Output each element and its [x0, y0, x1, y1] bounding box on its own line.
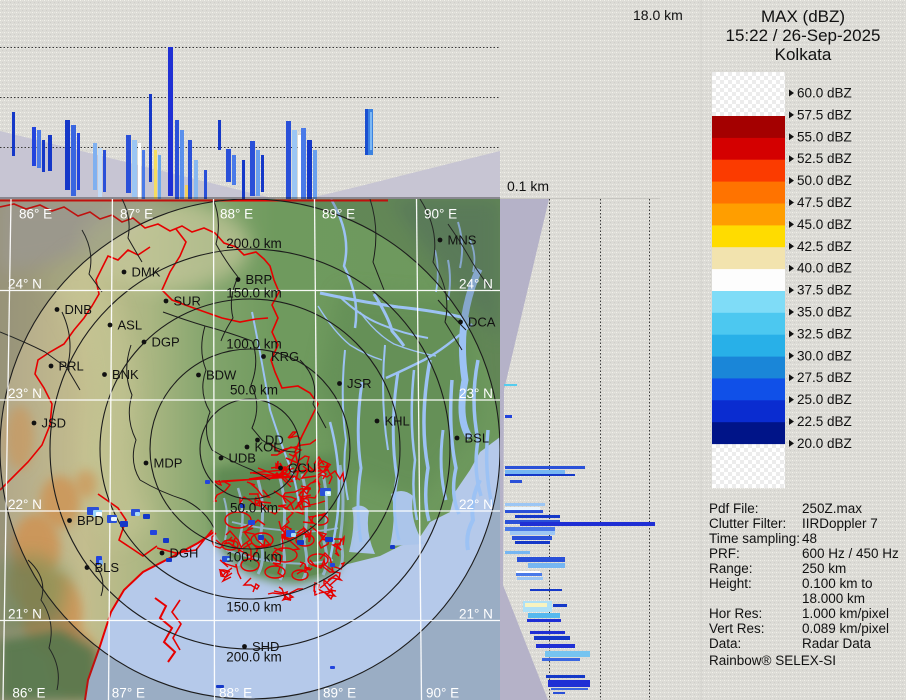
svg-text:50.0 km: 50.0 km [230, 383, 278, 398]
svg-text:Clutter Filter:: Clutter Filter: [709, 516, 786, 531]
svg-text:88° E: 88° E [219, 686, 252, 700]
svg-text:1.000 km/pixel: 1.000 km/pixel [802, 606, 889, 621]
svg-text:BSL: BSL [465, 431, 490, 446]
svg-text:PRL: PRL [59, 359, 84, 374]
svg-text:DNB: DNB [65, 302, 92, 317]
svg-text:88° E: 88° E [220, 207, 253, 222]
svg-text:21° N: 21° N [8, 607, 42, 622]
svg-text:600 Hz / 450 Hz: 600 Hz / 450 Hz [802, 546, 899, 561]
svg-text:45.0 dBZ: 45.0 dBZ [797, 217, 852, 232]
svg-text:22.5 dBZ: 22.5 dBZ [797, 414, 852, 429]
svg-text:40.0 dBZ: 40.0 dBZ [797, 261, 852, 276]
svg-text:MNS: MNS [448, 233, 477, 248]
svg-text:DGH: DGH [170, 546, 199, 561]
svg-text:DMK: DMK [132, 265, 161, 280]
svg-text:BPD: BPD [77, 513, 104, 528]
svg-text:150.0 km: 150.0 km [226, 286, 282, 301]
svg-text:Rainbow® SELEX-SI: Rainbow® SELEX-SI [709, 653, 836, 668]
svg-text:ASL: ASL [118, 318, 143, 333]
svg-text:32.5 dBZ: 32.5 dBZ [797, 326, 852, 341]
svg-text:18.0 km: 18.0 km [633, 7, 683, 23]
svg-text:50.0 km: 50.0 km [230, 501, 278, 516]
svg-text:UDB: UDB [229, 451, 256, 466]
svg-text:23° N: 23° N [459, 386, 493, 401]
svg-text:MAX (dBZ): MAX (dBZ) [761, 7, 845, 26]
svg-text:27.5 dBZ: 27.5 dBZ [797, 370, 852, 385]
svg-text:87° E: 87° E [120, 207, 153, 222]
svg-text:86° E: 86° E [19, 207, 52, 222]
svg-text:MDP: MDP [154, 456, 183, 471]
svg-text:Pdf File:: Pdf File: [709, 501, 759, 516]
svg-text:Data:: Data: [709, 636, 741, 651]
svg-text:0.1 km: 0.1 km [507, 178, 549, 194]
svg-text:25.0 dBZ: 25.0 dBZ [797, 392, 852, 407]
svg-text:22° N: 22° N [8, 497, 42, 512]
svg-text:30.0 dBZ: 30.0 dBZ [797, 348, 852, 363]
svg-text:Height:: Height: [709, 576, 752, 591]
svg-text:23° N: 23° N [8, 386, 42, 401]
svg-text:89° E: 89° E [323, 686, 356, 700]
svg-text:IIRDoppler 7: IIRDoppler 7 [802, 516, 878, 531]
svg-text:DGP: DGP [152, 335, 180, 350]
svg-text:100.0 km: 100.0 km [226, 337, 282, 352]
svg-text:250 km: 250 km [802, 561, 846, 576]
svg-text:200.0 km: 200.0 km [226, 236, 282, 251]
svg-text:24° N: 24° N [459, 277, 493, 292]
svg-text:150.0 km: 150.0 km [226, 600, 282, 615]
svg-text:SUR: SUR [174, 294, 201, 309]
svg-text:55.0 dBZ: 55.0 dBZ [797, 129, 852, 144]
svg-text:JSR: JSR [347, 376, 372, 391]
svg-text:BDW: BDW [206, 368, 237, 383]
svg-text:KOL: KOL [255, 440, 281, 455]
svg-text:200.0 km: 200.0 km [226, 650, 282, 665]
svg-text:37.5 dBZ: 37.5 dBZ [797, 283, 852, 298]
svg-text:Time sampling:: Time sampling: [709, 531, 800, 546]
svg-text:BNK: BNK [112, 367, 139, 382]
svg-text:47.5 dBZ: 47.5 dBZ [797, 195, 852, 210]
svg-text:250Z.max: 250Z.max [802, 501, 862, 516]
svg-text:Range:: Range: [709, 561, 753, 576]
svg-text:Hor Res:: Hor Res: [709, 606, 762, 621]
svg-text:20.0 dBZ: 20.0 dBZ [797, 436, 852, 451]
svg-text:DCA: DCA [468, 315, 496, 330]
svg-text:35.0 dBZ: 35.0 dBZ [797, 305, 852, 320]
svg-text:60.0 dBZ: 60.0 dBZ [797, 86, 852, 101]
svg-text:100.0 km: 100.0 km [226, 550, 282, 565]
svg-text:86° E: 86° E [12, 686, 45, 700]
svg-text:87° E: 87° E [112, 686, 145, 700]
svg-text:48: 48 [802, 531, 817, 546]
svg-text:89° E: 89° E [322, 207, 355, 222]
svg-text:15:22 / 26-Sep-2025: 15:22 / 26-Sep-2025 [725, 26, 880, 45]
svg-text:JSD: JSD [42, 416, 67, 431]
svg-text:57.5 dBZ: 57.5 dBZ [797, 107, 852, 122]
svg-text:22° N: 22° N [459, 497, 493, 512]
svg-text:24° N: 24° N [8, 277, 42, 292]
svg-text:90° E: 90° E [424, 207, 457, 222]
svg-text:42.5 dBZ: 42.5 dBZ [797, 239, 852, 254]
svg-text:18.000 km: 18.000 km [802, 591, 865, 606]
svg-text:PRF:: PRF: [709, 546, 740, 561]
svg-text:21° N: 21° N [459, 607, 493, 622]
svg-text:0.089 km/pixel: 0.089 km/pixel [802, 621, 889, 636]
svg-text:0.100 km to: 0.100 km to [802, 576, 873, 591]
svg-text:KHL: KHL [385, 414, 410, 429]
svg-text:Radar Data: Radar Data [802, 636, 872, 651]
svg-text:Vert Res:: Vert Res: [709, 621, 765, 636]
svg-text:50.0 dBZ: 50.0 dBZ [797, 173, 852, 188]
svg-text:CCU: CCU [288, 461, 316, 476]
svg-text:52.5 dBZ: 52.5 dBZ [797, 151, 852, 166]
svg-text:BLS: BLS [95, 560, 120, 575]
svg-text:Kolkata: Kolkata [775, 45, 832, 64]
svg-text:90° E: 90° E [426, 686, 459, 700]
